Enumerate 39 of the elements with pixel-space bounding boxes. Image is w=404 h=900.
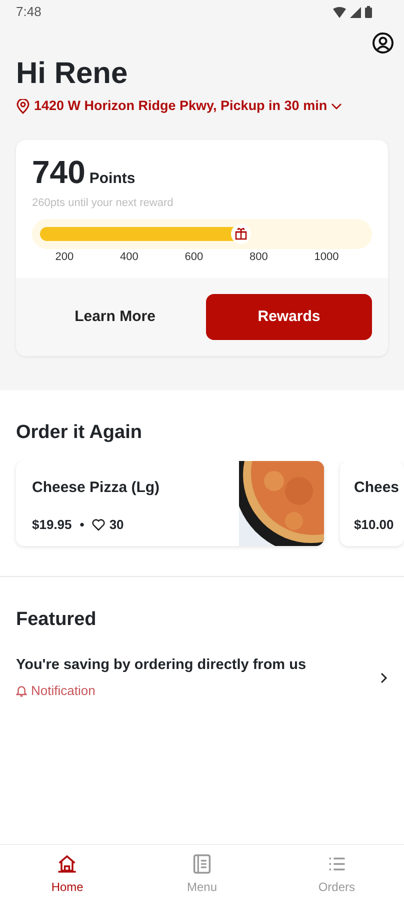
menu-icon bbox=[191, 853, 213, 875]
featured-title: You're saving by ordering directly from us bbox=[16, 656, 306, 676]
heart-icon bbox=[92, 518, 106, 531]
featured-tag: Notification bbox=[31, 681, 96, 701]
tick-label: 400 bbox=[120, 250, 138, 266]
nav-tab[interactable]: Home bbox=[0, 845, 135, 900]
chevron-right-icon bbox=[380, 672, 388, 684]
tick-label: 600 bbox=[184, 250, 204, 266]
tick-label: 1000 bbox=[314, 250, 339, 266]
order-card[interactable]: Chees $10.00 bbox=[340, 460, 404, 546]
points-value: 740 bbox=[32, 156, 86, 188]
wifi-icon bbox=[333, 6, 346, 18]
like-count: 30 bbox=[109, 516, 124, 534]
profile-icon[interactable] bbox=[372, 32, 394, 54]
item-name: Cheese Pizza (Lg) bbox=[32, 478, 161, 498]
tick-label: 200 bbox=[55, 250, 74, 266]
item-price: $10.00 bbox=[354, 516, 394, 534]
location-selector[interactable]: 1420 W Horizon Ridge Pkwy, Pickup in 30 min bbox=[34, 96, 328, 116]
location-pin-icon bbox=[16, 98, 30, 114]
tick-label: 800 bbox=[250, 250, 268, 266]
reward-subtitle: 260pts until your next reward bbox=[32, 196, 174, 211]
separator-dot: • bbox=[80, 516, 84, 534]
item-price: $19.95 bbox=[32, 516, 72, 534]
status-time: 7:48 bbox=[16, 3, 42, 22]
rewards-button[interactable]: Rewards bbox=[206, 294, 372, 340]
chevron-down-icon[interactable] bbox=[331, 102, 342, 110]
section-title: Order it Again bbox=[15, 422, 143, 445]
greeting: Hi Rene bbox=[16, 56, 129, 92]
item-name: Chees bbox=[354, 478, 400, 498]
points-label: Points bbox=[89, 169, 136, 190]
signal-icon bbox=[350, 6, 361, 18]
gift-icon bbox=[230, 224, 251, 244]
order-card[interactable]: Cheese Pizza (Lg) $19.95 • 30 bbox=[16, 460, 324, 546]
battery-icon bbox=[365, 6, 372, 18]
home-icon bbox=[56, 853, 78, 875]
featured-item[interactable]: You're saving by ordering directly from us Notification bbox=[16, 655, 388, 701]
section-title: Featured bbox=[16, 608, 98, 632]
bell-icon bbox=[16, 684, 27, 697]
learn-more-button[interactable]: Learn More bbox=[32, 294, 198, 340]
